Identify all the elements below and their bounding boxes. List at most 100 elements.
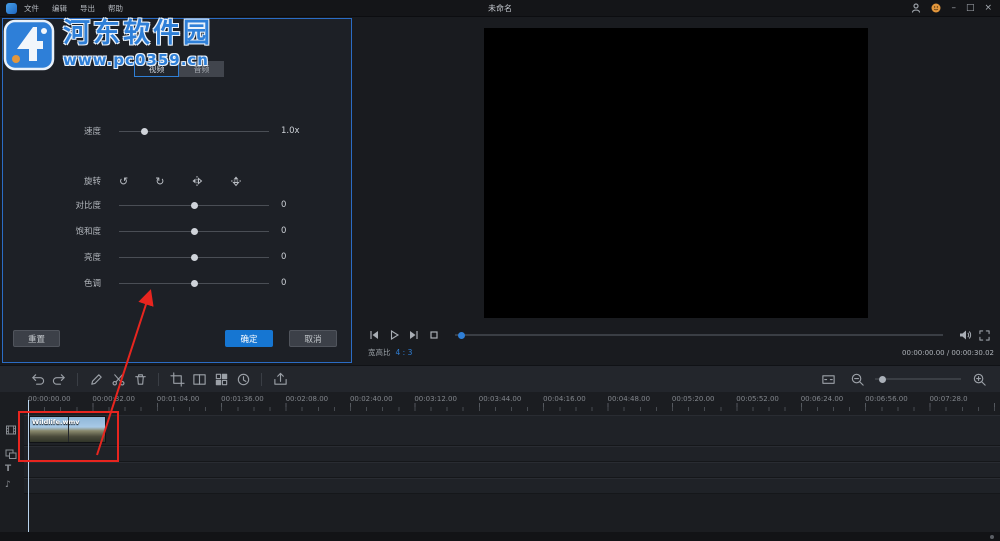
speed-label: 速度 <box>3 125 109 137</box>
playhead[interactable] <box>28 400 29 532</box>
ruler-label: 00:00:00.00 <box>28 395 92 403</box>
volume-button[interactable] <box>957 328 972 342</box>
tab-video[interactable]: 视频 <box>134 61 179 77</box>
saturation-row: 饱和度 0 <box>3 224 351 238</box>
maximize-button[interactable]: □ <box>966 4 975 13</box>
user-account-icon[interactable] <box>911 3 921 13</box>
transport-controls <box>366 327 992 343</box>
brightness-slider[interactable] <box>119 252 269 262</box>
speed-slider-thumb[interactable] <box>141 128 148 135</box>
panel-tabs: 视频 音频 <box>134 61 224 77</box>
timecode-display: 00:00:00.00 / 00:00:30.02 <box>902 349 994 357</box>
overlay-track-icon[interactable] <box>5 449 17 460</box>
contrast-slider-thumb[interactable] <box>191 202 198 209</box>
ruler-label: 00:06:56.00 <box>865 395 929 403</box>
contrast-row: 对比度 0 <box>3 198 351 212</box>
clip-properties-panel: 视频 音频 速度 1.0x 旋转 ↺ ↻ <box>2 18 352 363</box>
export-button[interactable] <box>269 368 291 390</box>
hue-value: 0 <box>281 278 286 288</box>
fullscreen-button[interactable] <box>977 328 992 342</box>
cancel-button[interactable]: 取消 <box>289 330 337 347</box>
aspect-ratio-value[interactable]: 4 : 3 <box>396 348 413 357</box>
seek-slider[interactable] <box>455 334 943 336</box>
track-gutter: T ♪ <box>0 412 24 532</box>
video-track-row[interactable] <box>24 415 1000 446</box>
toolbar-divider <box>158 373 159 386</box>
timeline-clip[interactable]: Wildlife.wmv <box>29 416 106 443</box>
seek-handle[interactable] <box>458 332 465 339</box>
trash-icon <box>133 372 148 387</box>
fit-timeline-button[interactable] <box>817 368 839 390</box>
toolbar-divider <box>77 373 78 386</box>
saturation-slider-thumb[interactable] <box>191 228 198 235</box>
feedback-smiley-icon[interactable] <box>931 3 941 13</box>
redo-button[interactable] <box>48 368 70 390</box>
crop-button[interactable] <box>166 368 188 390</box>
ruler-label: 00:00:32.00 <box>92 395 156 403</box>
split-button[interactable] <box>107 368 129 390</box>
edit-button[interactable] <box>85 368 107 390</box>
zoom-in-icon <box>972 372 987 387</box>
delete-button[interactable] <box>129 368 151 390</box>
ruler-label: 00:06:24.00 <box>801 395 865 403</box>
timeline-toolbar <box>0 365 1000 392</box>
duration-button[interactable] <box>232 368 254 390</box>
text-track-row[interactable] <box>24 462 1000 478</box>
split-screen-button[interactable] <box>188 368 210 390</box>
rotate-row: 旋转 ↺ ↻ <box>3 174 351 188</box>
contrast-value: 0 <box>281 200 286 210</box>
menu-help[interactable]: 帮助 <box>108 3 123 14</box>
tab-audio[interactable]: 音频 <box>179 61 224 77</box>
toolbar-divider <box>261 373 262 386</box>
undo-button[interactable] <box>26 368 48 390</box>
zoom-in-button[interactable] <box>968 368 990 390</box>
play-button[interactable] <box>386 328 401 342</box>
ruler-label: 00:01:04.00 <box>157 395 221 403</box>
scissors-icon <box>111 372 126 387</box>
contrast-label: 对比度 <box>3 199 109 211</box>
video-track-icon[interactable] <box>5 424 17 436</box>
overlay-track-row[interactable] <box>24 446 1000 462</box>
mosaic-button[interactable] <box>210 368 232 390</box>
flip-horizontal-icon[interactable] <box>191 175 203 187</box>
speed-slider[interactable] <box>119 126 269 136</box>
preview-area: 宽高比 4 : 3 00:00:00.00 / 00:00:30.02 <box>352 17 1000 365</box>
menu-edit[interactable]: 编辑 <box>52 3 67 14</box>
edit-pencil-icon <box>89 372 104 387</box>
rotate-ccw-icon[interactable]: ↺ <box>119 176 128 187</box>
close-button[interactable]: × <box>984 4 992 13</box>
saturation-slider[interactable] <box>119 226 269 236</box>
ruler-label: 00:05:20.00 <box>672 395 736 403</box>
video-preview <box>484 28 868 318</box>
zoom-slider-handle[interactable] <box>879 376 886 383</box>
previous-frame-button[interactable] <box>366 328 381 342</box>
ruler-label: 00:01:36.00 <box>221 395 285 403</box>
ok-button[interactable]: 确定 <box>225 330 273 347</box>
audio-track-icon[interactable]: ♪ <box>5 481 11 490</box>
speed-row: 速度 1.0x <box>3 124 351 138</box>
stop-button[interactable] <box>426 328 441 342</box>
menu-export[interactable]: 导出 <box>80 3 95 14</box>
zoom-out-button[interactable] <box>846 368 868 390</box>
brightness-slider-thumb[interactable] <box>191 254 198 261</box>
text-track-icon[interactable]: T <box>5 465 11 474</box>
clock-icon <box>236 372 251 387</box>
horizontal-scrollbar[interactable] <box>0 532 1000 541</box>
scrollbar-grip[interactable] <box>990 535 994 539</box>
hue-slider-thumb[interactable] <box>191 280 198 287</box>
minimize-button[interactable]: – <box>951 4 956 13</box>
timeline-ruler[interactable]: 00:00:00.00 00:00:32.00 00:01:04.00 00:0… <box>28 395 994 403</box>
contrast-slider[interactable] <box>119 200 269 210</box>
hue-label: 色调 <box>3 277 109 289</box>
reset-button[interactable]: 重置 <box>13 330 60 347</box>
audio-track-row[interactable] <box>24 478 1000 494</box>
menu-file[interactable]: 文件 <box>24 3 39 14</box>
zoom-slider[interactable] <box>875 378 961 380</box>
next-frame-button[interactable] <box>406 328 421 342</box>
app-logo-icon <box>6 3 17 14</box>
rotate-cw-icon[interactable]: ↻ <box>155 176 164 187</box>
flip-vertical-icon[interactable] <box>230 175 242 187</box>
menubar: 文件 编辑 导出 帮助 <box>24 3 123 14</box>
ruler-label: 00:03:12.00 <box>414 395 478 403</box>
hue-slider[interactable] <box>119 278 269 288</box>
